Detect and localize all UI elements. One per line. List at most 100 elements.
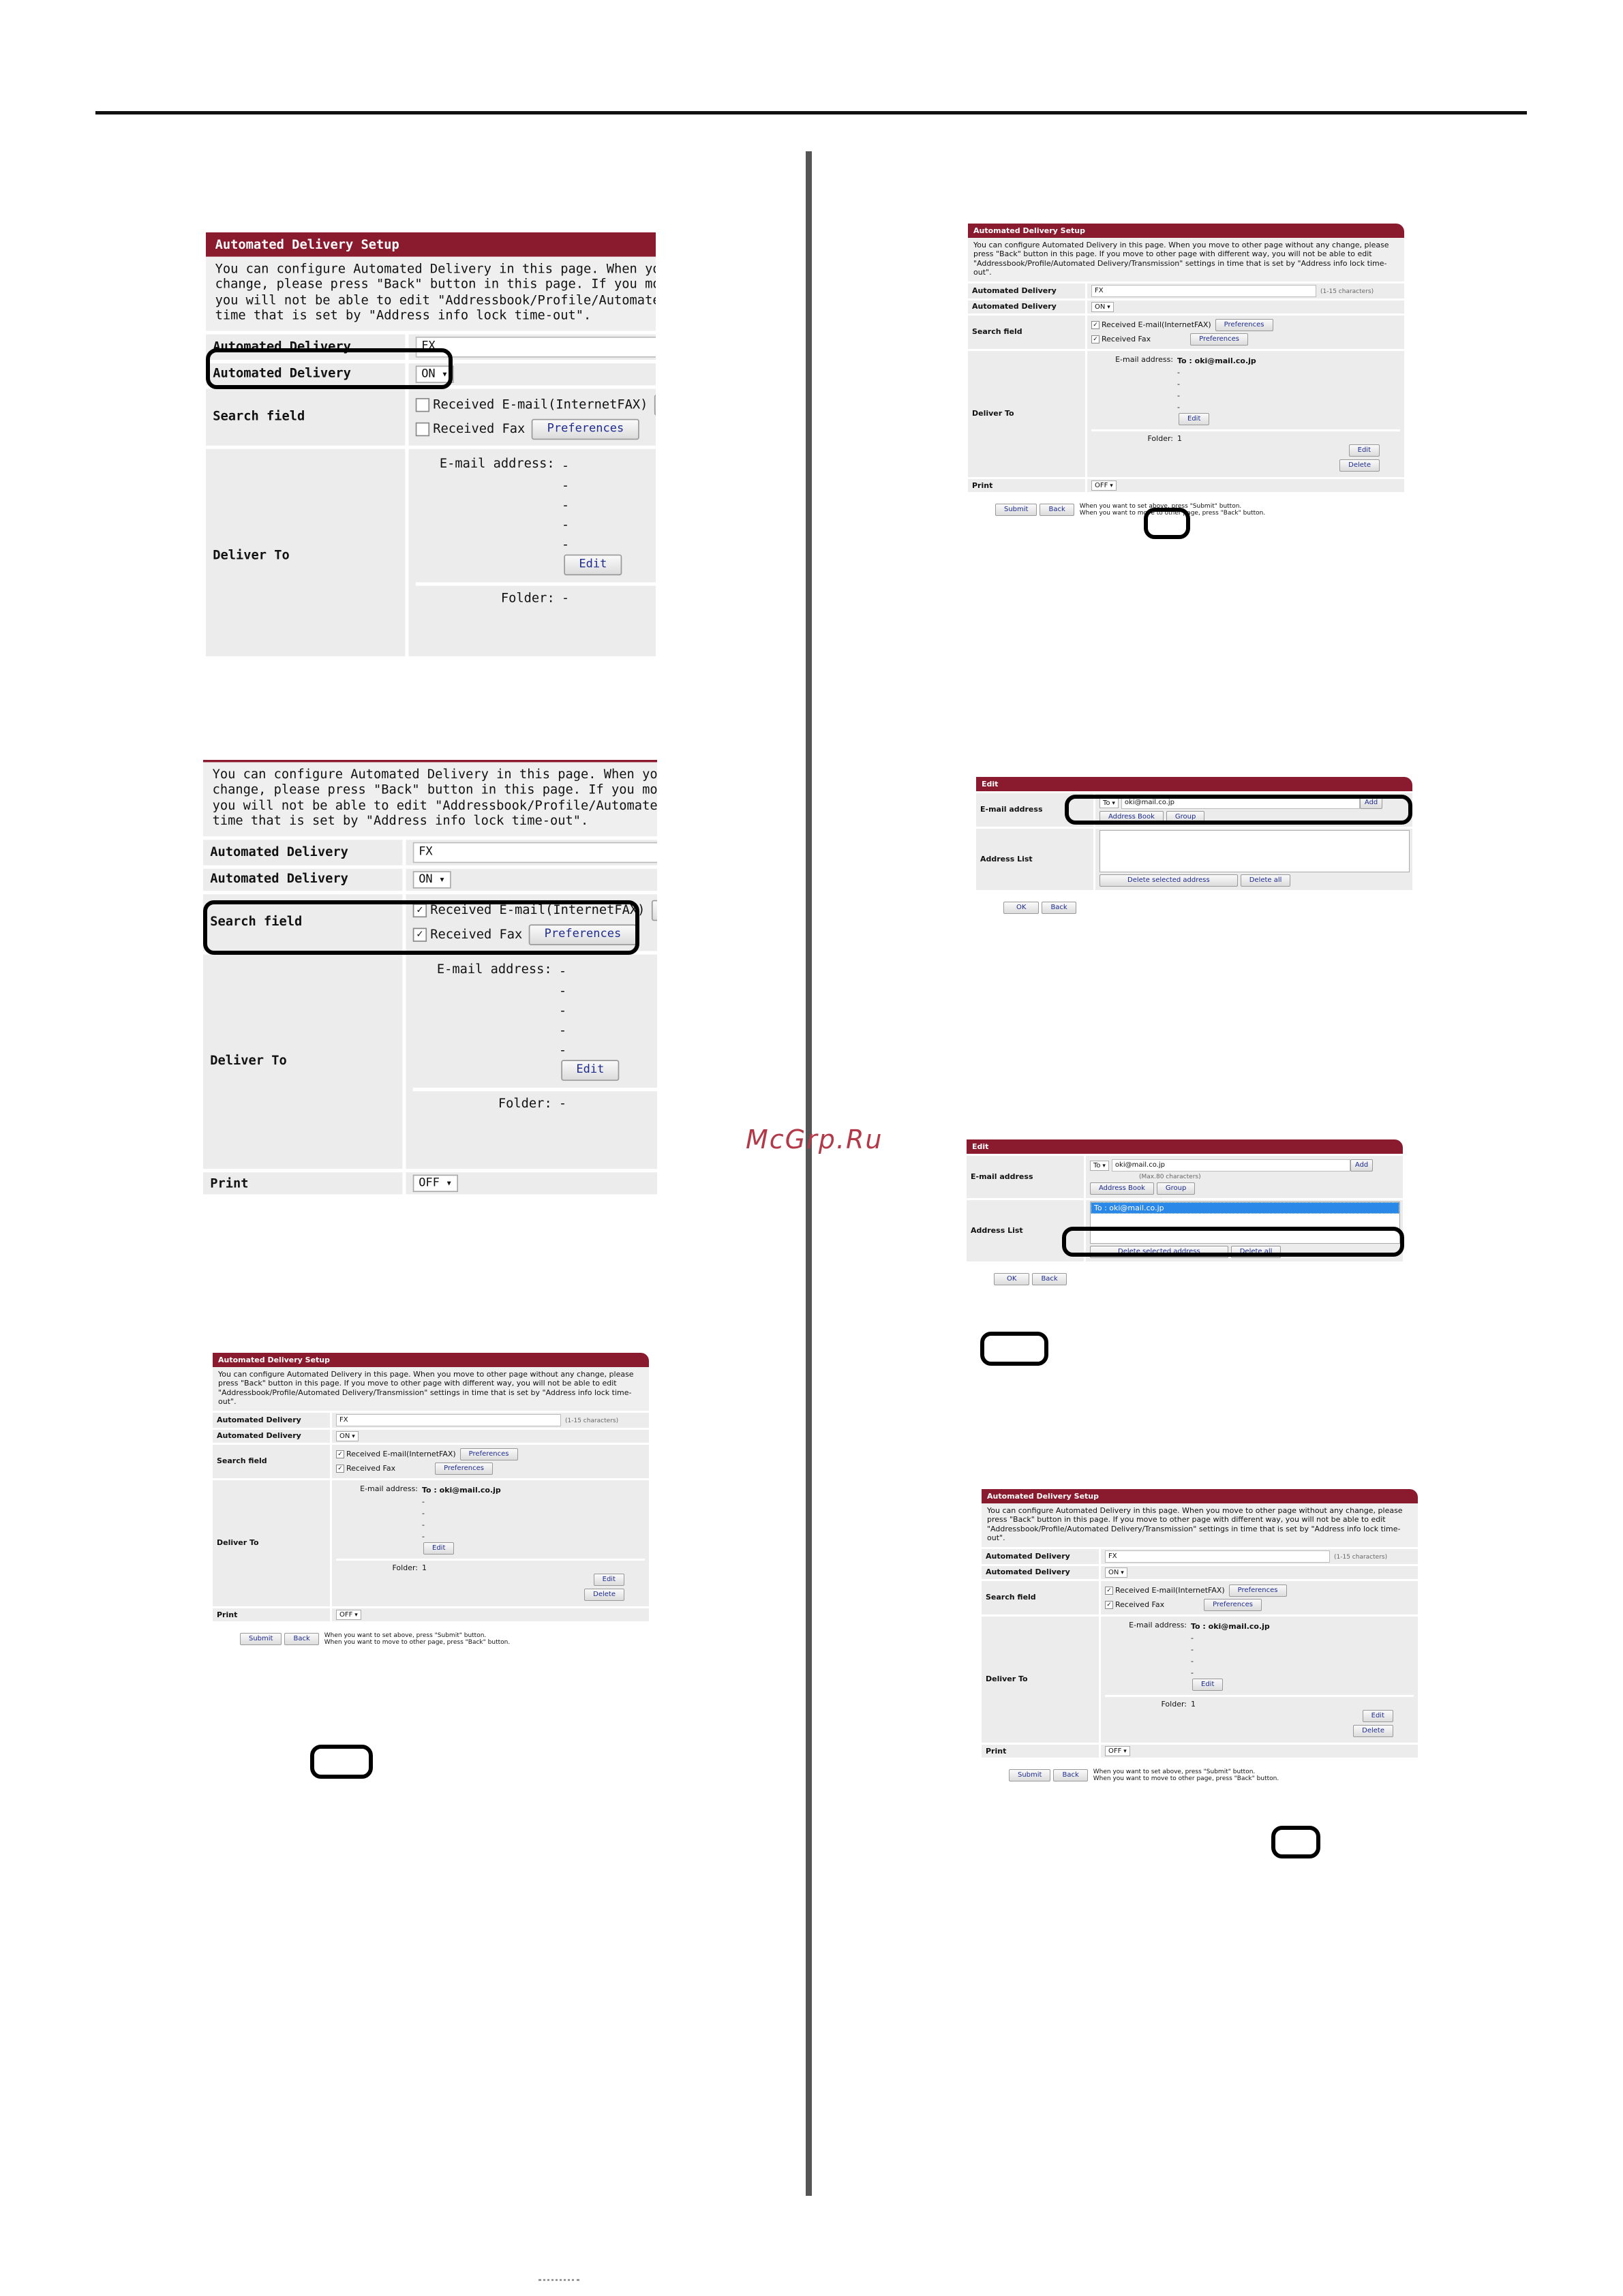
email-key: E-mail address: bbox=[439, 455, 555, 471]
ok-button[interactable]: OK bbox=[1003, 902, 1040, 914]
edit-email-button[interactable]: Edit bbox=[1179, 412, 1210, 425]
preferences-button[interactable]: Preferences bbox=[1190, 333, 1248, 346]
edit-email-button[interactable]: Edit bbox=[1192, 1678, 1224, 1691]
delete-folder-button[interactable]: Delete bbox=[1339, 459, 1380, 472]
delete-selected-button[interactable]: Delete selected address bbox=[1099, 874, 1238, 887]
edit-email-button[interactable]: Edit bbox=[423, 1542, 455, 1555]
name-hint: (1-15 characters) bbox=[1320, 288, 1374, 295]
name-label: Automated Delivery bbox=[968, 283, 1085, 299]
back-button[interactable]: Back bbox=[1040, 504, 1074, 517]
window-title: Automated Delivery Setup bbox=[982, 1489, 1418, 1503]
submit-button[interactable]: Submit bbox=[1009, 1769, 1051, 1782]
preferences-button[interactable]: Preferences bbox=[532, 418, 639, 440]
folder-key: Folder: bbox=[1147, 433, 1173, 443]
preferences-button[interactable]: Preferences bbox=[652, 900, 657, 921]
search-opt-email: Received E-mail(InternetFAX) bbox=[1115, 1586, 1225, 1595]
ok-button[interactable]: OK bbox=[994, 1273, 1030, 1285]
back-button[interactable]: Back bbox=[1032, 1273, 1067, 1285]
dash: - bbox=[561, 590, 570, 606]
delete-all-button[interactable]: Delete all bbox=[1240, 874, 1291, 887]
folder-key: Folder: bbox=[500, 590, 555, 606]
address-list[interactable] bbox=[1099, 830, 1410, 872]
print-select[interactable]: OFF bbox=[1105, 1746, 1130, 1757]
hint-back: When you want to move to other page, pre… bbox=[324, 1638, 511, 1646]
dash: - bbox=[558, 1002, 567, 1018]
intro-text: You can configure Automated Delivery in … bbox=[206, 256, 656, 331]
deliver-label: Deliver To bbox=[982, 1616, 1099, 1743]
preferences-button[interactable]: Preferences bbox=[435, 1462, 493, 1475]
checkbox-fax[interactable] bbox=[415, 422, 430, 436]
checkbox-fax[interactable]: ✓ bbox=[1091, 335, 1099, 343]
dash: - bbox=[1191, 1656, 1194, 1666]
address-list-item[interactable]: To : oki@mail.co.jp bbox=[1091, 1202, 1399, 1214]
max-hint: (Max.80 characters) bbox=[1139, 1174, 1201, 1180]
print-select[interactable]: OFF bbox=[412, 1174, 458, 1193]
name-input[interactable]: FX bbox=[1105, 1550, 1330, 1563]
onoff-select[interactable]: ON bbox=[1105, 1567, 1127, 1578]
checkbox-email[interactable]: ✓ bbox=[336, 1450, 344, 1458]
email-label: E-mail address bbox=[967, 1156, 1084, 1198]
back-button[interactable]: Back bbox=[1053, 1769, 1088, 1782]
email-input[interactable]: oki@mail.co.jp bbox=[1111, 1159, 1350, 1172]
screenshot-3: Automated Delivery Setup You can configu… bbox=[213, 1353, 649, 1816]
deliver-label: Deliver To bbox=[203, 953, 403, 1169]
top-rule bbox=[95, 111, 1527, 114]
checkbox-email[interactable]: ✓ bbox=[1091, 320, 1099, 329]
checkbox-fax[interactable]: ✓ bbox=[1105, 1600, 1113, 1609]
hint-back: When you want to move to other page, pre… bbox=[1093, 1775, 1279, 1782]
screenshot-5: Edit E-mail address To oki@mail.co.jp Ad… bbox=[976, 777, 1412, 1000]
edit-email-button[interactable]: Edit bbox=[561, 1060, 620, 1081]
dash: - bbox=[558, 983, 567, 998]
search-opt-fax: Received Fax bbox=[433, 421, 526, 437]
highlight-onoff bbox=[206, 348, 453, 389]
print-select[interactable]: OFF bbox=[1091, 480, 1117, 491]
email-key: E-mail address: bbox=[360, 1484, 418, 1493]
onoff-select[interactable]: ON bbox=[412, 870, 451, 889]
folder-value: 1 bbox=[1177, 433, 1182, 443]
name-label: Automated Delivery bbox=[203, 839, 403, 866]
deliver-label: Deliver To bbox=[206, 448, 406, 656]
delete-folder-button[interactable]: Delete bbox=[1353, 1725, 1393, 1738]
preferences-button[interactable]: Preferences bbox=[1228, 1584, 1287, 1597]
email-key: E-mail address: bbox=[1115, 354, 1173, 364]
add-button[interactable]: Add bbox=[1350, 1159, 1374, 1172]
edit-folder-button[interactable]: Edit bbox=[1362, 1710, 1393, 1723]
print-label: Print bbox=[982, 1745, 1099, 1758]
address-book-button[interactable]: Address Book bbox=[1090, 1182, 1154, 1195]
preferences-button[interactable]: Preferences bbox=[459, 1448, 518, 1460]
back-button[interactable]: Back bbox=[1042, 902, 1076, 914]
intro-text: You can configure Automated Delivery in … bbox=[968, 238, 1404, 281]
checkbox-email[interactable]: ✓ bbox=[1105, 1586, 1113, 1595]
edit-folder-button[interactable]: Edit bbox=[593, 1574, 624, 1587]
preferences-button[interactable]: Preferences bbox=[1204, 1598, 1262, 1611]
dash: - bbox=[561, 497, 570, 512]
email-value: To : oki@mail.co.jp bbox=[422, 1485, 501, 1495]
setup-window: Automated Delivery Setup You can configu… bbox=[982, 1489, 1418, 1783]
onoff-select[interactable]: ON bbox=[1091, 301, 1114, 312]
screenshot-4: Automated Delivery Setup You can configu… bbox=[968, 224, 1408, 682]
submit-button[interactable]: Submit bbox=[240, 1633, 282, 1646]
name-input[interactable]: FX bbox=[412, 842, 657, 863]
checkbox-fax[interactable]: ✓ bbox=[336, 1464, 344, 1473]
print-select[interactable]: OFF bbox=[336, 1610, 361, 1621]
search-opt-fax: Received Fax bbox=[1102, 335, 1151, 344]
name-label: Automated Delivery bbox=[213, 1412, 330, 1428]
name-input[interactable]: FX bbox=[336, 1413, 561, 1426]
preferences-button[interactable]: Preferences bbox=[654, 394, 656, 415]
edit-email-button[interactable]: Edit bbox=[564, 554, 622, 575]
onoff-select[interactable]: ON bbox=[336, 1430, 359, 1441]
dash: - bbox=[558, 1095, 567, 1111]
preferences-button[interactable]: Preferences bbox=[1215, 318, 1273, 331]
name-input[interactable]: FX bbox=[1091, 284, 1316, 297]
back-button[interactable]: Back bbox=[284, 1633, 319, 1646]
dash: - bbox=[1191, 1668, 1194, 1677]
checkbox-email[interactable] bbox=[415, 397, 430, 412]
submit-button[interactable]: Submit bbox=[995, 504, 1037, 517]
to-select[interactable]: To bbox=[1090, 1160, 1109, 1171]
search-opt-fax: Received Fax bbox=[346, 1464, 396, 1473]
onoff-label: Automated Delivery bbox=[968, 300, 1085, 313]
group-button[interactable]: Group bbox=[1156, 1182, 1196, 1195]
edit-folder-button[interactable]: Edit bbox=[1348, 444, 1380, 457]
search-label: Search field bbox=[982, 1580, 1099, 1614]
delete-folder-button[interactable]: Delete bbox=[584, 1589, 624, 1602]
